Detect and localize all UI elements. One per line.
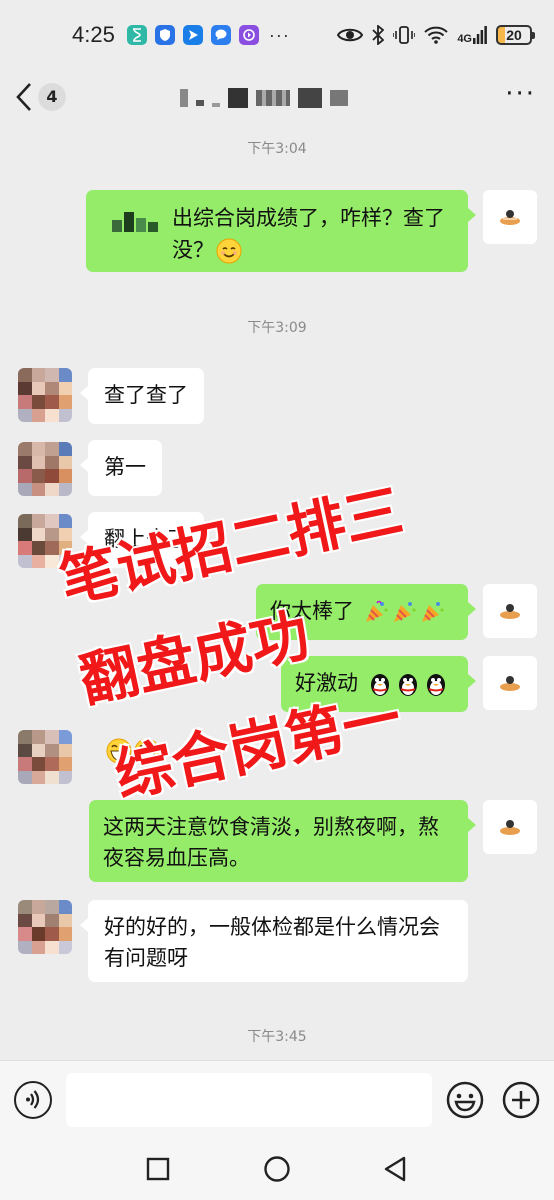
wifi-icon [424, 26, 448, 44]
back-nav-button[interactable] [382, 1155, 408, 1183]
chevron-left-icon [16, 83, 31, 111]
voice-input-button[interactable] [14, 1081, 52, 1119]
status-bar: 4:25 ··· 4G 20 [0, 0, 554, 70]
more-options-button[interactable]: ··· [505, 81, 536, 107]
message-bubble-sent[interactable]: 这两天注意饮食清淡，别熬夜啊，熬夜容易血压高。 [89, 800, 476, 882]
chat-title-redacted [180, 88, 348, 108]
video-app-icon [238, 25, 259, 45]
voice-icon [26, 1090, 40, 1109]
message-bubble-received[interactable]: 翻上去了 [80, 512, 204, 568]
timestamp: 下午3:45 [247, 1029, 307, 1045]
message-text: 好的好的，一般体检都是什么情况会有问题呀 [104, 915, 440, 970]
message-bubble-received[interactable]: 好的好的，一般体检都是什么情况会有问题呀 [80, 900, 468, 982]
home-button[interactable] [263, 1155, 291, 1183]
message-bubble-sent[interactable]: 出综合岗成绩了，咋样？查了没？ [86, 190, 476, 272]
avatar-image [500, 210, 520, 225]
plus-icon [502, 1081, 540, 1119]
message-text: 第一 [104, 455, 146, 479]
emoji-message[interactable] [104, 738, 160, 764]
contact-avatar[interactable] [18, 442, 72, 496]
message-text: 查了查了 [104, 383, 188, 407]
avatar-image [500, 820, 520, 835]
smiley-icon [446, 1081, 484, 1119]
redacted-name [112, 212, 160, 232]
bluetooth-icon [372, 25, 385, 45]
message-text: 好激动 [295, 671, 358, 695]
penguin-icon [370, 674, 389, 696]
message-text: 出综合岗成绩了，咋样？查了没？ [172, 206, 445, 262]
my-avatar[interactable] [483, 584, 537, 638]
party-popper-icon [421, 602, 444, 622]
vibrate-icon [393, 26, 416, 44]
hourglass-app-icon [126, 25, 147, 45]
smiling-face-icon [216, 238, 242, 264]
unread-count-badge: 4 [38, 83, 66, 111]
back-button[interactable]: 4 [16, 82, 66, 112]
message-input-bar [0, 1060, 554, 1140]
add-attachment-button[interactable] [502, 1081, 540, 1119]
eye-icon [337, 28, 364, 42]
send-app-icon [182, 25, 203, 45]
status-time: 4:25 [72, 22, 115, 47]
timestamp: 下午3:04 [247, 141, 307, 157]
message-bubble-received[interactable]: 第一 [80, 440, 162, 496]
grinning-face-icon [134, 738, 160, 764]
my-avatar[interactable] [483, 800, 537, 854]
more-notifications-icon: ··· [268, 24, 290, 45]
party-popper-icon [393, 602, 416, 622]
message-bubble-sent[interactable]: 好激动 [281, 656, 476, 712]
emoji-button[interactable] [446, 1081, 484, 1119]
message-bubble-sent[interactable]: 你太棒了 [256, 584, 476, 640]
timestamp: 下午3:09 [247, 320, 307, 336]
my-avatar[interactable] [483, 656, 537, 710]
grinning-face-icon [106, 738, 132, 764]
contact-avatar[interactable] [18, 900, 72, 954]
signal-icon: 4G [457, 26, 487, 45]
message-input[interactable] [66, 1073, 432, 1127]
message-bubble-received[interactable]: 查了查了 [80, 368, 204, 424]
party-popper-icon [365, 600, 388, 622]
chat-app-icon [210, 25, 231, 45]
avatar-image [500, 604, 520, 619]
battery-icon: 20 [496, 25, 535, 45]
recents-button[interactable] [145, 1156, 171, 1182]
my-avatar[interactable] [483, 190, 537, 244]
shield-app-icon [154, 25, 175, 45]
message-text: 翻上去了 [104, 527, 188, 551]
penguin-icon [398, 674, 417, 696]
message-text: 这两天注意饮食清淡，别熬夜啊，熬夜容易血压高。 [103, 815, 439, 870]
contact-avatar[interactable] [18, 368, 72, 422]
system-navigation-bar [0, 1140, 554, 1200]
penguin-icon [426, 674, 445, 696]
chat-header: 4 ··· [0, 70, 554, 126]
avatar-image [500, 676, 520, 691]
contact-avatar[interactable] [18, 730, 72, 784]
message-text: 你太棒了 [270, 599, 354, 623]
contact-avatar[interactable] [18, 514, 72, 568]
